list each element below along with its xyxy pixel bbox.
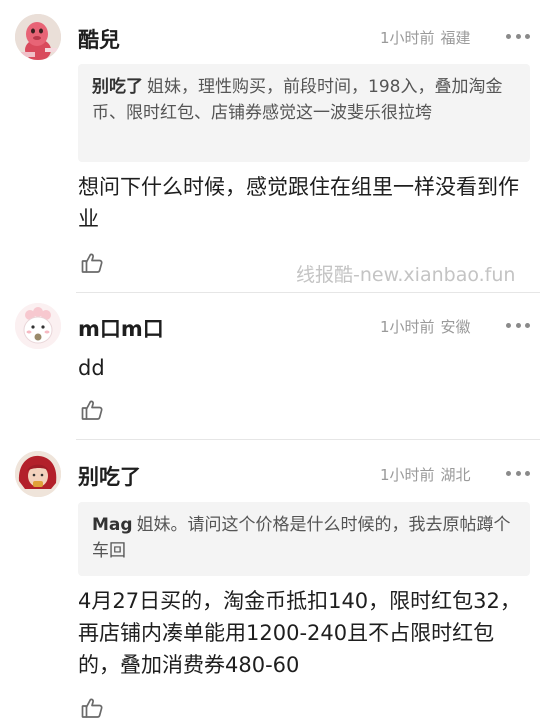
more-options-icon[interactable] — [506, 31, 530, 41]
more-options-icon[interactable] — [506, 468, 530, 478]
username[interactable]: 别吃了 — [78, 461, 141, 491]
username[interactable]: 酷兒 — [78, 24, 120, 54]
comment-text: 想问下什么时候，感觉跟住在组里一样没看到作业 — [78, 175, 519, 231]
avatar[interactable] — [15, 14, 61, 60]
comment-meta: 1小时前 福建 — [380, 27, 471, 48]
more-options-icon[interactable] — [506, 320, 530, 330]
quoted-username: Mag — [92, 515, 133, 535]
white-cartoon-avatar-icon — [15, 303, 61, 349]
quoted-reply[interactable]: 别吃了 姐妹，理性购买，前段时间，198入，叠加淘金币、限时红包、店铺券感觉这一波… — [78, 64, 530, 162]
username[interactable]: m口m口 — [78, 313, 164, 343]
location: 湖北 — [440, 466, 471, 484]
divider — [76, 439, 540, 440]
quoted-reply[interactable]: Mag 姐妹。请问这个价格是什么时候的，我去原帖蹲个车回 — [78, 502, 530, 576]
quoted-text: 姐妹。请问这个价格是什么时候的，我去原帖蹲个车回 — [92, 515, 511, 561]
comment-meta: 1小时前 安徽 — [380, 316, 471, 337]
timestamp: 1小时前 — [380, 318, 435, 336]
divider — [76, 292, 540, 293]
timestamp: 1小时前 — [380, 29, 435, 47]
watermark: 线报酷-new.xianbao.fun — [296, 264, 516, 286]
like-icon[interactable] — [80, 696, 104, 720]
quoted-text: 姐妹，理性购买，前段时间，198入，叠加淘金币、限时红包、店铺券感觉这一波斐乐很… — [92, 77, 503, 123]
comment-text: dd — [78, 356, 105, 380]
avatar[interactable] — [15, 303, 61, 349]
pink-cartoon-avatar-icon — [15, 14, 61, 60]
avatar[interactable] — [15, 451, 61, 497]
location: 福建 — [440, 29, 471, 47]
quoted-username: 别吃了 — [92, 77, 143, 97]
timestamp: 1小时前 — [380, 466, 435, 484]
location: 安徽 — [440, 318, 471, 336]
like-icon[interactable] — [80, 398, 104, 422]
red-hair-avatar-icon — [15, 451, 61, 497]
comment-meta: 1小时前 湖北 — [380, 464, 471, 485]
like-icon[interactable] — [80, 251, 104, 275]
comment-text: 4月27日买的，淘金币抵扣140，限时红包32，再店铺内凑单能用1200-240… — [78, 589, 521, 677]
